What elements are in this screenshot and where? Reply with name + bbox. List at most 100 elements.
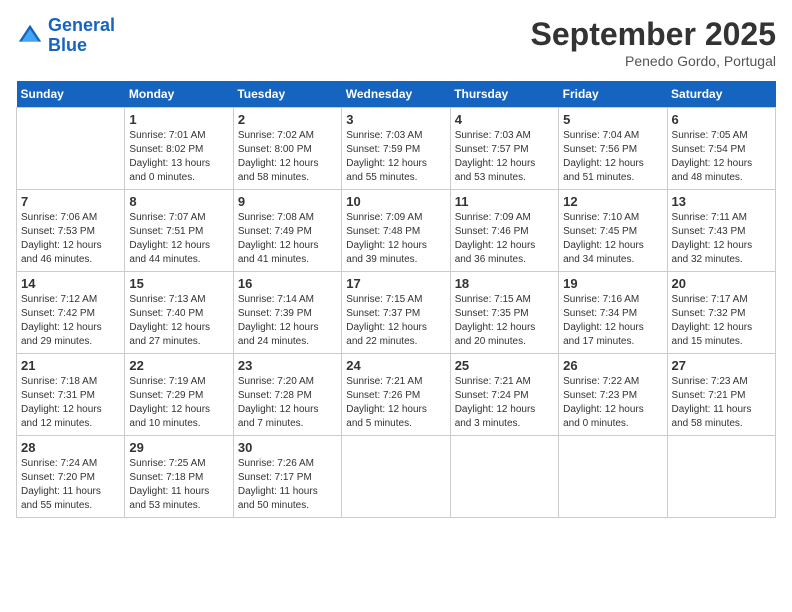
- day-info: Sunrise: 7:02 AM Sunset: 8:00 PM Dayligh…: [238, 129, 337, 185]
- calendar-cell: 27 Sunrise: 7:23 AM Sunset: 7:21 PM Dayli…: [667, 354, 775, 436]
- day-info: Sunrise: 7:19 AM Sunset: 7:29 PM Dayligh…: [129, 375, 228, 431]
- day-info: Sunrise: 7:21 AM Sunset: 7:26 PM Dayligh…: [346, 375, 445, 431]
- calendar-cell: 22 Sunrise: 7:19 AM Sunset: 7:29 PM Dayli…: [125, 354, 233, 436]
- day-number: 8: [129, 194, 228, 209]
- day-info: Sunrise: 7:07 AM Sunset: 7:51 PM Dayligh…: [129, 211, 228, 267]
- day-info: Sunrise: 7:09 AM Sunset: 7:48 PM Dayligh…: [346, 211, 445, 267]
- day-info: Sunrise: 7:01 AM Sunset: 8:02 PM Dayligh…: [129, 129, 228, 185]
- calendar-cell: 3 Sunrise: 7:03 AM Sunset: 7:59 PM Daylig…: [342, 108, 450, 190]
- week-row-5: 28Sunrise: 7:24 AM Sunset: 7:20 PM Dayli…: [17, 436, 776, 518]
- day-info: Sunrise: 7:17 AM Sunset: 7:32 PM Dayligh…: [672, 293, 771, 349]
- calendar-cell: 21 Sunrise: 7:18 AM Sunset: 7:31 PM Dayli…: [17, 354, 125, 436]
- day-number: 17: [346, 276, 445, 291]
- day-number: 5: [563, 112, 662, 127]
- weekday-header-friday: Friday: [559, 81, 667, 108]
- calendar-header: SundayMondayTuesdayWednesdayThursdayFrid…: [17, 81, 776, 108]
- day-info: Sunrise: 7:10 AM Sunset: 7:45 PM Dayligh…: [563, 211, 662, 267]
- calendar-cell: 23 Sunrise: 7:20 AM Sunset: 7:28 PM Dayli…: [233, 354, 341, 436]
- day-info: Sunrise: 7:15 AM Sunset: 7:35 PM Dayligh…: [455, 293, 554, 349]
- calendar-body: 1Sunrise: 7:01 AM Sunset: 8:02 PM Daylig…: [17, 108, 776, 518]
- day-number: 18: [455, 276, 554, 291]
- calendar-cell: 10Sunrise: 7:09 AM Sunset: 7:48 PM Dayli…: [342, 190, 450, 272]
- calendar-cell: 1Sunrise: 7:01 AM Sunset: 8:02 PM Daylig…: [125, 108, 233, 190]
- calendar-cell: 24Sunrise: 7:21 AM Sunset: 7:26 PM Dayli…: [342, 354, 450, 436]
- day-number: 22: [129, 358, 228, 373]
- weekday-header-tuesday: Tuesday: [233, 81, 341, 108]
- week-row-2: 7 Sunrise: 7:06 AM Sunset: 7:53 PM Daylig…: [17, 190, 776, 272]
- day-number: 20: [672, 276, 771, 291]
- day-info: Sunrise: 7:20 AM Sunset: 7:28 PM Dayligh…: [238, 375, 337, 431]
- day-number: 9: [238, 194, 337, 209]
- day-number: 21: [21, 358, 120, 373]
- day-info: Sunrise: 7:12 AM Sunset: 7:42 PM Dayligh…: [21, 293, 120, 349]
- day-info: Sunrise: 7:14 AM Sunset: 7:39 PM Dayligh…: [238, 293, 337, 349]
- day-number: 27: [672, 358, 771, 373]
- day-info: Sunrise: 7:23 AM Sunset: 7:21 PM Dayligh…: [672, 375, 771, 431]
- page-header: General Blue September 2025 Penedo Gordo…: [16, 16, 776, 69]
- calendar-cell: 28Sunrise: 7:24 AM Sunset: 7:20 PM Dayli…: [17, 436, 125, 518]
- calendar-cell: 4 Sunrise: 7:03 AM Sunset: 7:57 PM Daylig…: [450, 108, 558, 190]
- day-info: Sunrise: 7:22 AM Sunset: 7:23 PM Dayligh…: [563, 375, 662, 431]
- calendar-cell: 2 Sunrise: 7:02 AM Sunset: 8:00 PM Daylig…: [233, 108, 341, 190]
- day-info: Sunrise: 7:11 AM Sunset: 7:43 PM Dayligh…: [672, 211, 771, 267]
- day-info: Sunrise: 7:08 AM Sunset: 7:49 PM Dayligh…: [238, 211, 337, 267]
- logo-icon: [16, 22, 44, 50]
- day-number: 23: [238, 358, 337, 373]
- calendar-cell: [667, 436, 775, 518]
- day-info: Sunrise: 7:03 AM Sunset: 7:59 PM Dayligh…: [346, 129, 445, 185]
- logo-line2: Blue: [48, 35, 87, 55]
- calendar-cell: 12Sunrise: 7:10 AM Sunset: 7:45 PM Dayli…: [559, 190, 667, 272]
- calendar-cell: 26 Sunrise: 7:22 AM Sunset: 7:23 PM Dayli…: [559, 354, 667, 436]
- weekday-header-monday: Monday: [125, 81, 233, 108]
- calendar-cell: [450, 436, 558, 518]
- week-row-3: 14 Sunrise: 7:12 AM Sunset: 7:42 PM Dayli…: [17, 272, 776, 354]
- day-number: 11: [455, 194, 554, 209]
- calendar-cell: 30Sunrise: 7:26 AM Sunset: 7:17 PM Dayli…: [233, 436, 341, 518]
- day-info: Sunrise: 7:09 AM Sunset: 7:46 PM Dayligh…: [455, 211, 554, 267]
- day-info: Sunrise: 7:24 AM Sunset: 7:20 PM Dayligh…: [21, 457, 120, 513]
- day-number: 19: [563, 276, 662, 291]
- calendar-cell: 19 Sunrise: 7:16 AM Sunset: 7:34 PM Dayli…: [559, 272, 667, 354]
- day-info: Sunrise: 7:05 AM Sunset: 7:54 PM Dayligh…: [672, 129, 771, 185]
- day-info: Sunrise: 7:06 AM Sunset: 7:53 PM Dayligh…: [21, 211, 120, 267]
- day-number: 25: [455, 358, 554, 373]
- calendar-cell: 14 Sunrise: 7:12 AM Sunset: 7:42 PM Dayli…: [17, 272, 125, 354]
- day-number: 26: [563, 358, 662, 373]
- day-info: Sunrise: 7:18 AM Sunset: 7:31 PM Dayligh…: [21, 375, 120, 431]
- logo-line1: General: [48, 15, 115, 35]
- logo-text: General Blue: [48, 16, 115, 56]
- day-info: Sunrise: 7:03 AM Sunset: 7:57 PM Dayligh…: [455, 129, 554, 185]
- weekday-header-wednesday: Wednesday: [342, 81, 450, 108]
- day-number: 14: [21, 276, 120, 291]
- day-number: 7: [21, 194, 120, 209]
- calendar-cell: 11 Sunrise: 7:09 AM Sunset: 7:46 PM Dayli…: [450, 190, 558, 272]
- weekday-header-row: SundayMondayTuesdayWednesdayThursdayFrid…: [17, 81, 776, 108]
- calendar-cell: 9 Sunrise: 7:08 AM Sunset: 7:49 PM Daylig…: [233, 190, 341, 272]
- calendar-cell: 15 Sunrise: 7:13 AM Sunset: 7:40 PM Dayli…: [125, 272, 233, 354]
- weekday-header-sunday: Sunday: [17, 81, 125, 108]
- day-info: Sunrise: 7:25 AM Sunset: 7:18 PM Dayligh…: [129, 457, 228, 513]
- calendar-cell: 16 Sunrise: 7:14 AM Sunset: 7:39 PM Dayli…: [233, 272, 341, 354]
- calendar-cell: [17, 108, 125, 190]
- calendar-cell: 25 Sunrise: 7:21 AM Sunset: 7:24 PM Dayli…: [450, 354, 558, 436]
- day-number: 29: [129, 440, 228, 455]
- weekday-header-saturday: Saturday: [667, 81, 775, 108]
- day-number: 2: [238, 112, 337, 127]
- day-info: Sunrise: 7:13 AM Sunset: 7:40 PM Dayligh…: [129, 293, 228, 349]
- day-number: 4: [455, 112, 554, 127]
- month-title: September 2025: [531, 16, 776, 53]
- title-block: September 2025 Penedo Gordo, Portugal: [531, 16, 776, 69]
- day-info: Sunrise: 7:16 AM Sunset: 7:34 PM Dayligh…: [563, 293, 662, 349]
- calendar-cell: 8 Sunrise: 7:07 AM Sunset: 7:51 PM Daylig…: [125, 190, 233, 272]
- day-number: 16: [238, 276, 337, 291]
- calendar-table: SundayMondayTuesdayWednesdayThursdayFrid…: [16, 81, 776, 518]
- weekday-header-thursday: Thursday: [450, 81, 558, 108]
- day-info: Sunrise: 7:21 AM Sunset: 7:24 PM Dayligh…: [455, 375, 554, 431]
- day-number: 13: [672, 194, 771, 209]
- calendar-cell: 20 Sunrise: 7:17 AM Sunset: 7:32 PM Dayli…: [667, 272, 775, 354]
- day-number: 30: [238, 440, 337, 455]
- day-number: 3: [346, 112, 445, 127]
- day-number: 15: [129, 276, 228, 291]
- calendar-cell: [559, 436, 667, 518]
- day-info: Sunrise: 7:04 AM Sunset: 7:56 PM Dayligh…: [563, 129, 662, 185]
